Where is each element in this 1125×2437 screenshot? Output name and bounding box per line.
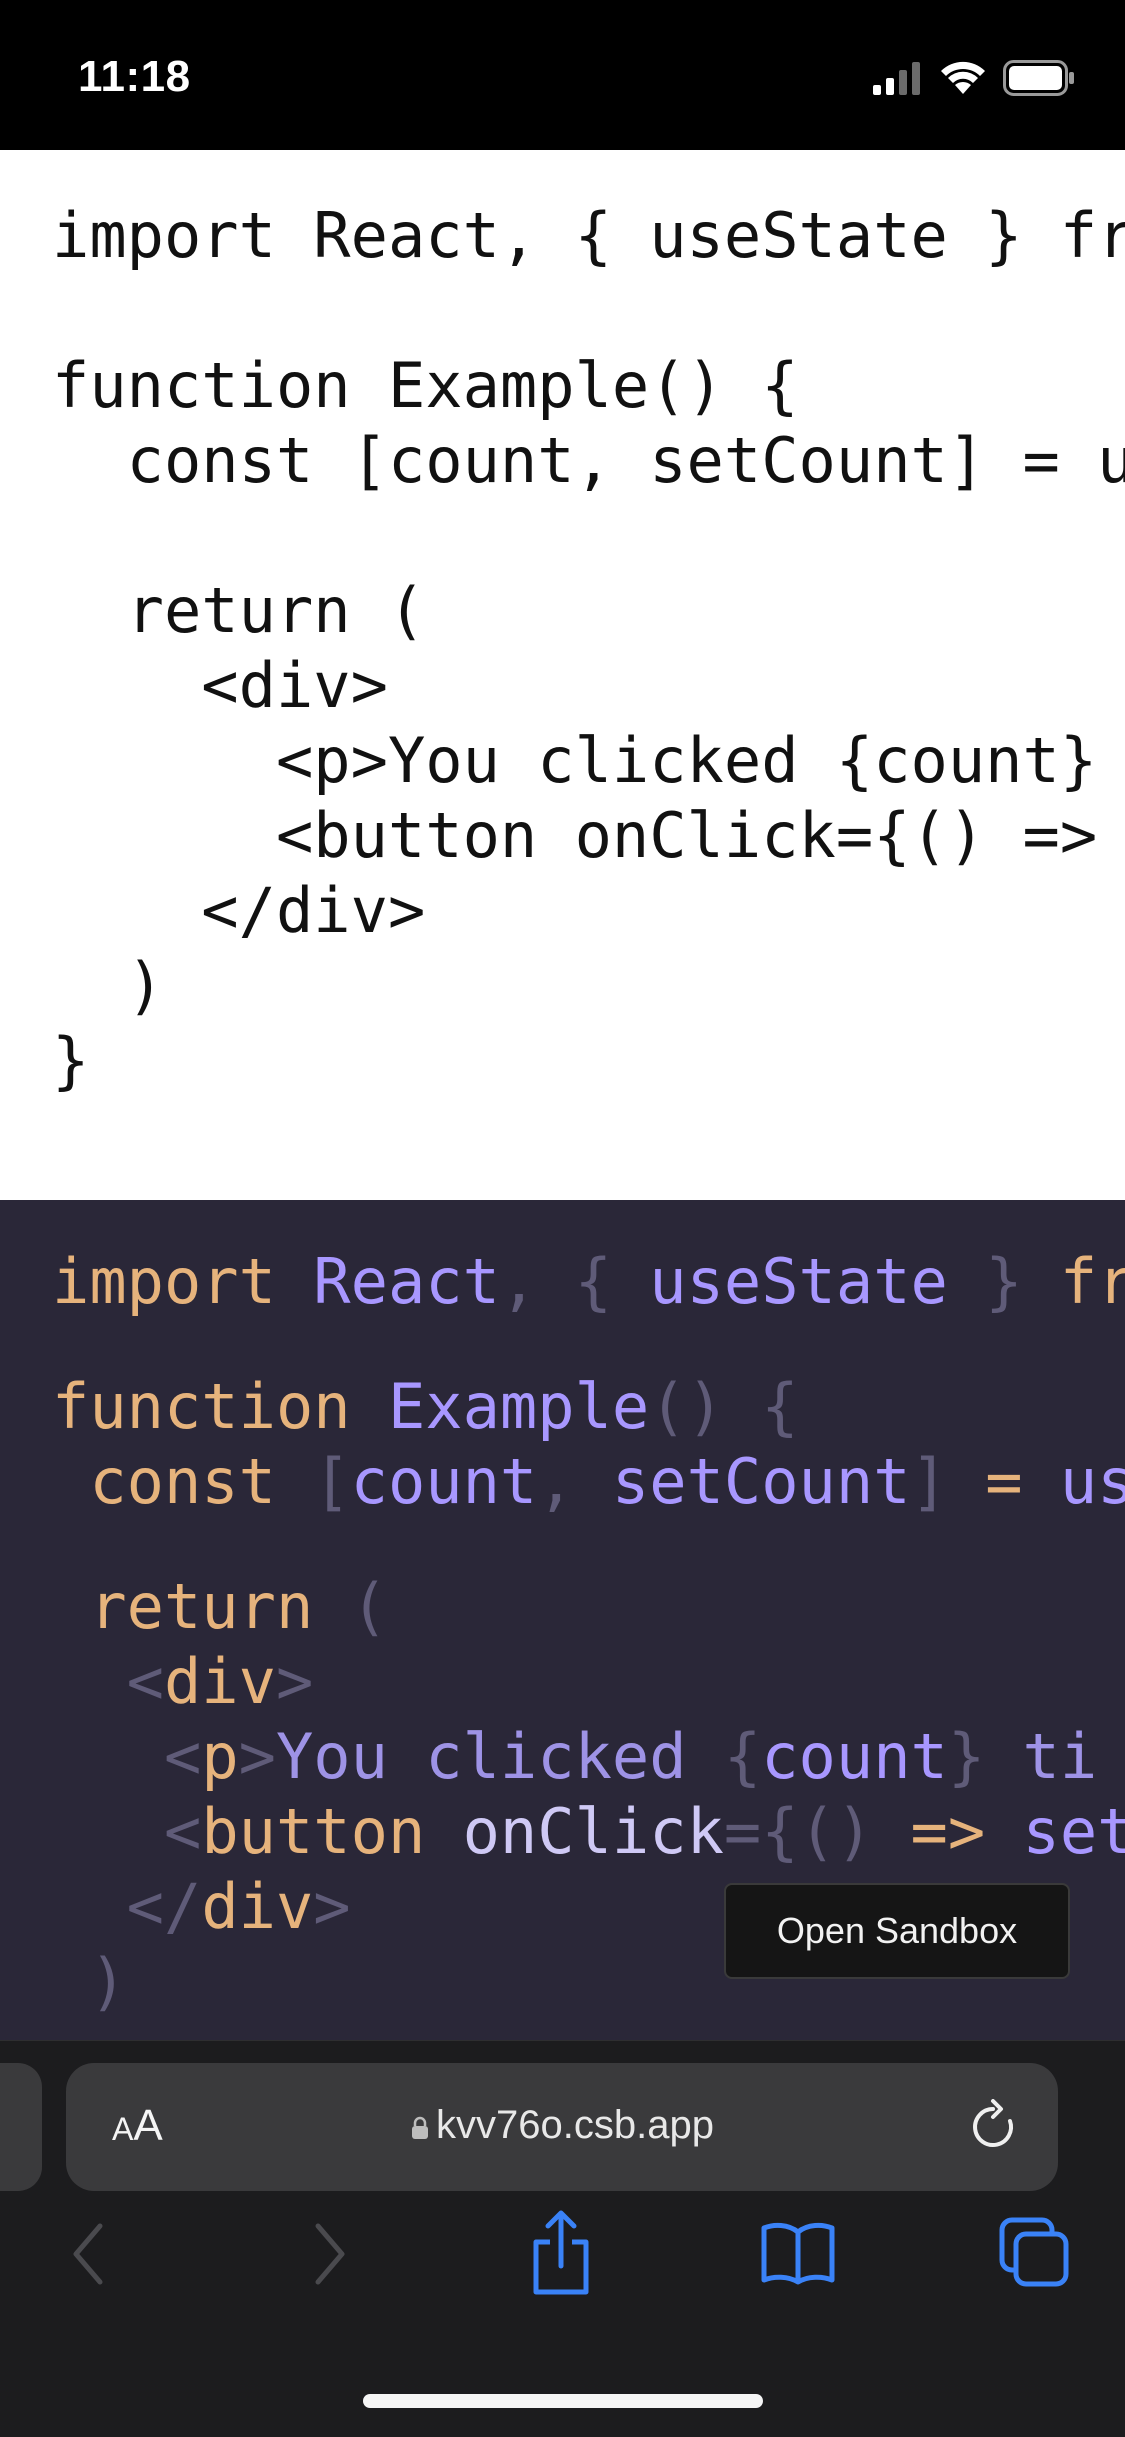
token-punct: > xyxy=(313,1870,351,1943)
token-identifier: setCount xyxy=(611,1445,911,1518)
token-punct: () xyxy=(649,1370,724,1443)
url-display[interactable]: kvv76o.csb.app xyxy=(66,2103,1058,2148)
code-line: const [count, setCount] = us xyxy=(52,1444,1125,1519)
token-keyword: import xyxy=(52,1245,276,1318)
token-identifier: React xyxy=(313,1245,500,1318)
cellular-signal-icon xyxy=(873,62,920,95)
token-punct: { xyxy=(574,1245,612,1318)
token-attr: onClick xyxy=(462,1795,724,1868)
token-keyword: function xyxy=(52,1370,351,1443)
token-identifier: Example xyxy=(387,1370,650,1443)
token-punct: , xyxy=(537,1445,575,1518)
token-punct: ) xyxy=(89,1945,127,2018)
status-bar: 11:18 xyxy=(0,0,1125,150)
token-punct: { xyxy=(761,1370,799,1443)
token-punct: } xyxy=(947,1720,986,1793)
token-operator: = xyxy=(985,1445,1023,1518)
token-identifier: set xyxy=(1022,1795,1125,1868)
lock-icon xyxy=(412,2116,429,2139)
status-time: 11:18 xyxy=(78,52,191,101)
token-keyword: return xyxy=(89,1570,314,1643)
browser-toolbar: AA kvv76o.csb.app xyxy=(0,2040,1125,2437)
address-bar[interactable]: AA kvv76o.csb.app xyxy=(66,2063,1058,2191)
token-identifier: count xyxy=(350,1445,538,1518)
token-punct: < xyxy=(163,1795,202,1868)
token-identifier: us xyxy=(1059,1445,1125,1518)
token-text: You clicked xyxy=(275,1720,724,1793)
code-line: <button onClick={() => set xyxy=(52,1794,1125,1869)
code-line: <p>You clicked {count} ti xyxy=(52,1719,1125,1794)
token-punct: [ xyxy=(313,1445,351,1518)
token-punct: } xyxy=(985,1245,1023,1318)
token-tag: p xyxy=(201,1720,239,1793)
share-icon[interactable] xyxy=(528,2208,594,2298)
token-punct: , xyxy=(499,1245,538,1318)
token-punct: { xyxy=(723,1720,762,1793)
token-keyword: const xyxy=(89,1445,276,1518)
url-text: kvv76o.csb.app xyxy=(436,2103,714,2147)
back-chevron-icon[interactable] xyxy=(66,2216,110,2292)
code-block-plain: import React, { useState } from 'react';… xyxy=(0,150,1125,1200)
open-sandbox-button[interactable]: Open Sandbox xyxy=(724,1883,1070,1979)
token-operator: => xyxy=(910,1795,986,1868)
token-tag: div xyxy=(201,1870,314,1943)
token-punct: < xyxy=(126,1645,164,1718)
token-tag: button xyxy=(201,1795,426,1868)
code-line: <div> xyxy=(52,1644,1125,1719)
token-identifier: count xyxy=(761,1720,948,1793)
code-line: return ( xyxy=(52,1569,1125,1644)
token-identifier: useState xyxy=(649,1245,948,1318)
token-punct: < xyxy=(163,1720,202,1793)
reload-icon[interactable] xyxy=(968,2099,1018,2155)
tabs-icon[interactable] xyxy=(998,2216,1070,2288)
code-line: import React, { useState } fr xyxy=(52,1244,1125,1319)
token-punct: > xyxy=(238,1720,276,1793)
token-punct: </ xyxy=(126,1870,202,1943)
token-punct: = xyxy=(723,1795,762,1868)
status-icons xyxy=(873,60,1075,96)
code-plain-text: import React, { useState } from 'react';… xyxy=(52,199,1125,1097)
forward-chevron-icon[interactable] xyxy=(308,2216,352,2292)
previous-tab-stub[interactable] xyxy=(0,2063,42,2191)
token-tag: div xyxy=(163,1645,276,1718)
token-punct: { xyxy=(761,1795,799,1868)
token-punct: > xyxy=(275,1645,314,1718)
token-punct: ( xyxy=(350,1570,388,1643)
home-indicator xyxy=(363,2394,763,2408)
wifi-icon xyxy=(941,61,985,94)
token-text: ti xyxy=(985,1720,1098,1793)
token-punct: ] xyxy=(910,1445,948,1518)
battery-icon xyxy=(1003,60,1074,96)
code-line: function Example() { xyxy=(52,1369,1125,1444)
token-punct: () xyxy=(798,1795,874,1868)
bookmarks-icon[interactable] xyxy=(760,2220,836,2286)
token-keyword: fr xyxy=(1059,1245,1125,1318)
nav-row xyxy=(0,2210,1125,2316)
